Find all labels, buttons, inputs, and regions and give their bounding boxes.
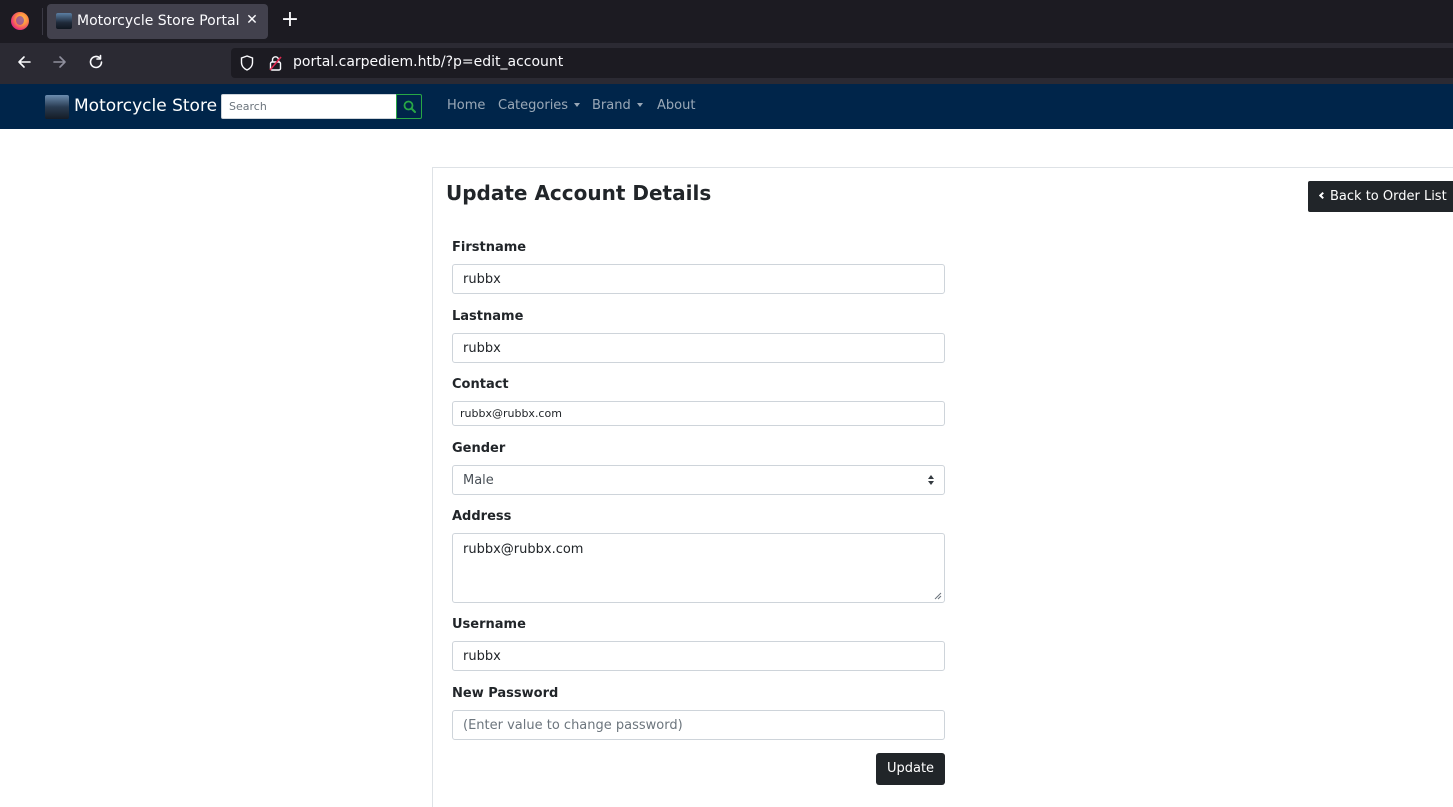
brand-name[interactable]: Motorcycle Store (74, 96, 217, 116)
browser-tab-bar: Motorcycle Store Portal ✕ + (0, 0, 1453, 43)
resize-grip-icon[interactable] (933, 591, 942, 600)
new-tab-button[interactable]: + (280, 8, 300, 32)
back-button-label: Back to Order List (1330, 189, 1447, 204)
search-icon (403, 100, 416, 113)
username-label: Username (452, 617, 526, 632)
search-input[interactable] (221, 94, 397, 119)
url-bar[interactable]: portal.carpediem.htb/?p=edit_account (231, 48, 1453, 78)
browser-tab-active[interactable]: Motorcycle Store Portal ✕ (47, 4, 268, 39)
update-button[interactable]: Update (876, 753, 945, 785)
new-password-field[interactable] (452, 710, 945, 740)
nav-link-home[interactable]: Home (447, 98, 485, 113)
tracking-shield-icon[interactable] (240, 55, 254, 71)
address-textarea[interactable]: rubbx@rubbx.com (452, 533, 945, 603)
tab-title: Motorcycle Store Portal (77, 13, 240, 29)
tab-separator (42, 8, 43, 35)
gender-select[interactable]: Male (452, 465, 945, 495)
nav-link-brand[interactable]: Brand (592, 98, 643, 113)
address-value: rubbx@rubbx.com (463, 542, 584, 557)
chevron-down-icon (636, 103, 643, 107)
site-navbar: Motorcycle Store Home Categories Brand A… (0, 84, 1453, 129)
tab-close-icon[interactable]: ✕ (245, 12, 259, 28)
nav-link-about[interactable]: About (657, 98, 695, 113)
firstname-label: Firstname (452, 240, 527, 255)
browser-toolbar: portal.carpediem.htb/?p=edit_account (0, 43, 1453, 84)
select-arrows-icon (928, 475, 934, 486)
url-text[interactable]: portal.carpediem.htb/?p=edit_account (293, 54, 563, 70)
firefox-icon[interactable] (11, 12, 29, 30)
chevron-left-icon (1318, 191, 1327, 200)
insecure-lock-icon[interactable] (269, 55, 282, 71)
gender-label: Gender (452, 441, 506, 456)
contact-label: Contact (452, 377, 509, 392)
username-field[interactable] (452, 641, 945, 671)
forward-arrow-icon[interactable] (49, 53, 71, 76)
lastname-label: Lastname (452, 309, 524, 324)
search-button[interactable] (396, 94, 422, 119)
new-password-label: New Password (452, 686, 559, 701)
reload-icon[interactable] (85, 53, 107, 76)
account-card: Update Account Details Back to Order Lis… (432, 167, 1453, 807)
back-to-order-list-button[interactable]: Back to Order List (1308, 181, 1453, 212)
nav-link-categories[interactable]: Categories (498, 98, 581, 113)
store-logo-icon[interactable] (45, 95, 69, 119)
contact-field[interactable] (452, 401, 945, 426)
lastname-field[interactable] (452, 333, 945, 363)
gender-selected-value: Male (463, 473, 494, 488)
nav-link-categories-label: Categories (498, 98, 569, 113)
site-favicon-icon (56, 13, 72, 29)
nav-link-brand-label: Brand (592, 98, 631, 113)
address-label: Address (452, 509, 512, 524)
chevron-down-icon (574, 103, 581, 107)
page-title: Update Account Details (446, 181, 712, 205)
back-arrow-icon[interactable] (13, 53, 35, 76)
firstname-field[interactable] (452, 264, 945, 294)
